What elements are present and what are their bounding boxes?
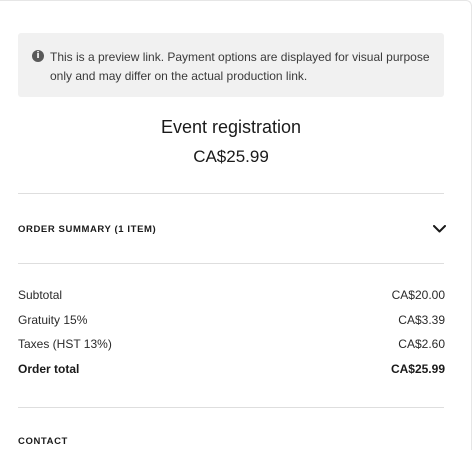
gratuity-label: Gratuity 15% xyxy=(18,312,88,327)
subtotal-amount: CA$20.00 xyxy=(391,288,445,302)
order-total-row: Order total CA$25.99 xyxy=(18,362,445,387)
event-title: Event registration xyxy=(160,117,302,137)
subtotal-label: Subtotal xyxy=(18,288,63,302)
event-price: CA$25.99 xyxy=(193,147,269,166)
taxes-row: Taxes (HST 13%) CA$2.60 xyxy=(18,337,445,362)
chevron-down-icon[interactable] xyxy=(432,222,446,236)
order-total-amount: CA$25.99 xyxy=(390,361,445,376)
order-total-label: Order total xyxy=(18,361,80,376)
divider xyxy=(18,263,444,264)
taxes-amount: CA$2.60 xyxy=(398,337,445,351)
preview-notice: i This is a preview link. Payment option… xyxy=(18,33,444,97)
divider xyxy=(18,407,444,408)
gratuity-row: Gratuity 15% CA$3.39 xyxy=(18,313,445,338)
gratuity-amount: CA$3.39 xyxy=(398,312,445,327)
preview-notice-text: This is a preview link. Payment options … xyxy=(50,50,430,83)
divider xyxy=(18,193,444,194)
subtotal-row: Subtotal CA$20.00 xyxy=(18,288,445,313)
order-totals: Subtotal CA$20.00 Gratuity 15% CA$3.39 T… xyxy=(18,288,445,386)
order-summary-toggle[interactable]: ORDER SUMMARY (1 ITEM) xyxy=(18,212,448,246)
contact-section-label: CONTACT xyxy=(18,436,68,447)
taxes-label: Taxes (HST 13%) xyxy=(18,337,112,351)
info-icon: i xyxy=(32,50,44,62)
order-summary-label: ORDER SUMMARY (1 ITEM) xyxy=(18,223,157,235)
